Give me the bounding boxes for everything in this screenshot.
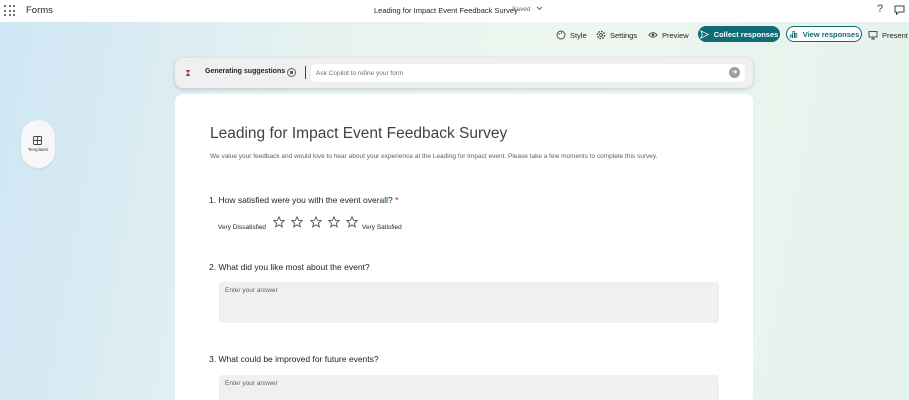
save-status[interactable]: Saved bbox=[512, 6, 543, 13]
question-1-text: 1. How satisfied were you with the event… bbox=[209, 195, 393, 205]
present-icon bbox=[868, 31, 878, 40]
divider bbox=[305, 66, 306, 79]
star-1-icon[interactable] bbox=[273, 216, 285, 228]
answer-field-3[interactable] bbox=[219, 375, 719, 400]
answer-field-2[interactable] bbox=[219, 282, 719, 323]
templates-button[interactable]: Templates bbox=[21, 120, 55, 168]
star-2-icon[interactable] bbox=[291, 216, 303, 228]
required-marker: * bbox=[395, 195, 399, 205]
help-icon[interactable]: ? bbox=[874, 3, 886, 15]
stop-icon[interactable] bbox=[287, 68, 296, 77]
form-card: Leading for Impact Event Feedback Survey… bbox=[175, 94, 753, 400]
document-title[interactable]: Leading for Impact Event Feedback Survey bbox=[374, 6, 518, 15]
present-label: Present bbox=[882, 30, 908, 40]
templates-label: Templates bbox=[27, 147, 49, 152]
collect-responses-button[interactable]: Collect responses bbox=[698, 26, 780, 42]
question-2-title[interactable]: 2. What did you like most about the even… bbox=[209, 262, 370, 272]
eye-icon bbox=[648, 32, 658, 38]
preview-button[interactable]: Preview bbox=[648, 28, 689, 42]
copilot-status: Generating suggestions bbox=[205, 68, 286, 75]
form-title[interactable]: Leading for Impact Event Feedback Survey bbox=[210, 125, 507, 143]
star-3-icon[interactable] bbox=[310, 216, 322, 228]
copilot-bar: Generating suggestions ➜ bbox=[175, 58, 753, 88]
gear-icon bbox=[596, 30, 606, 40]
collect-responses-label: Collect responses bbox=[713, 29, 779, 39]
star-4-icon[interactable] bbox=[328, 216, 340, 228]
chevron-down-icon bbox=[536, 6, 543, 11]
preview-label: Preview bbox=[662, 30, 689, 40]
app-name[interactable]: Forms bbox=[26, 5, 53, 16]
send-icon bbox=[699, 29, 709, 39]
view-responses-button[interactable]: View responses bbox=[786, 26, 862, 42]
rating-high-label: Very Satisfied bbox=[362, 224, 402, 231]
feedback-icon[interactable] bbox=[894, 5, 905, 15]
top-bar: Forms Leading for Impact Event Feedback … bbox=[0, 0, 909, 22]
copilot-input[interactable] bbox=[311, 64, 745, 82]
settings-label: Settings bbox=[610, 30, 638, 40]
present-button[interactable]: Present bbox=[868, 28, 908, 42]
copilot-logo-icon bbox=[186, 70, 190, 76]
question-3-title[interactable]: 3. What could be improved for future eve… bbox=[209, 354, 379, 364]
star-5-icon[interactable] bbox=[346, 216, 358, 228]
question-1-title[interactable]: 1. How satisfied were you with the event… bbox=[209, 195, 398, 205]
view-responses-label: View responses bbox=[802, 29, 860, 39]
style-button[interactable]: Style bbox=[556, 28, 587, 42]
settings-button[interactable]: Settings bbox=[596, 28, 637, 42]
rating-low-label: Very Dissatisfied bbox=[218, 224, 267, 231]
templates-icon bbox=[33, 136, 42, 145]
style-label: Style bbox=[570, 30, 587, 40]
chart-icon bbox=[789, 30, 797, 38]
save-status-label: Saved bbox=[512, 6, 531, 13]
send-arrow-icon[interactable]: ➜ bbox=[729, 67, 740, 78]
form-description[interactable]: We value your feedback and would love to… bbox=[210, 153, 657, 160]
palette-icon bbox=[556, 30, 566, 40]
app-launcher-icon[interactable] bbox=[4, 5, 16, 17]
